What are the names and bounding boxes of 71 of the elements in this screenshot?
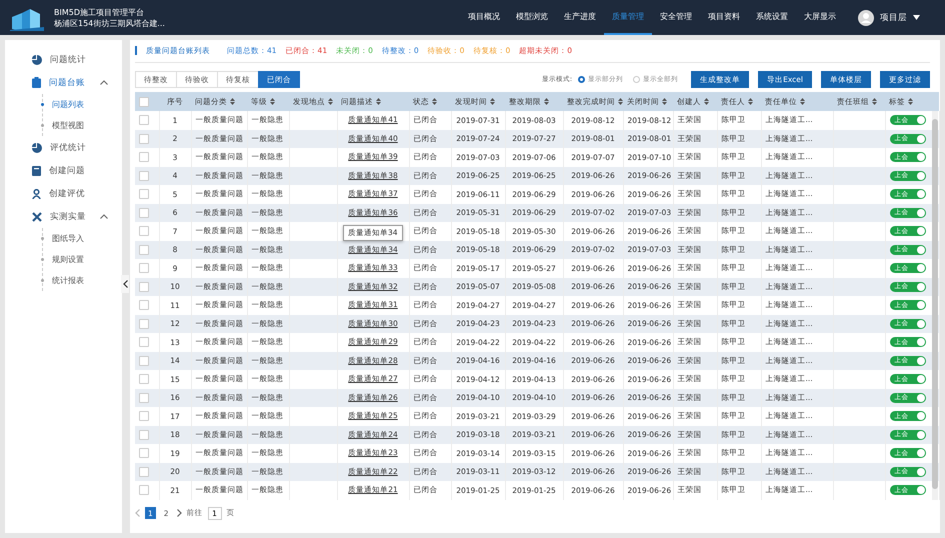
pie-chart-icon [32, 54, 42, 64]
caret-icon[interactable] [913, 15, 920, 20]
nav-tab[interactable]: 模型浏览 [508, 0, 556, 35]
sort-icon[interactable] [490, 98, 495, 105]
sidebar-item[interactable]: 问题统计 [5, 48, 122, 71]
checkbox[interactable] [139, 485, 149, 496]
checkbox[interactable] [139, 189, 149, 200]
chevron-up-icon [100, 214, 108, 219]
sort-icon[interactable] [662, 98, 667, 105]
book-icon [32, 166, 41, 176]
checkbox[interactable] [139, 170, 149, 181]
chevron-up-icon [100, 80, 108, 85]
sidebar-subitem[interactable]: 图纸导入 [41, 228, 122, 249]
sidebar-subitem[interactable]: 问题列表 [41, 94, 122, 115]
nav-tab[interactable]: 安全管理 [652, 0, 700, 35]
sidebar-subitem[interactable]: 规则设置 [41, 249, 122, 270]
sort-icon[interactable] [432, 98, 437, 105]
checkbox[interactable] [139, 318, 149, 329]
sort-icon[interactable] [748, 98, 753, 105]
project-name: 杨浦区154街坊三期风塔合建... [54, 18, 165, 28]
sort-icon[interactable] [908, 98, 913, 105]
clipboard-icon [32, 77, 41, 88]
sidebar-item[interactable]: 评优统计 [5, 136, 122, 159]
nav-tab[interactable]: 系统设置 [748, 0, 796, 35]
nav-tab[interactable]: 生产进度 [556, 0, 604, 35]
checkbox[interactable] [139, 374, 149, 384]
checkbox[interactable] [139, 300, 149, 310]
app-title: BIM5D施工项目管理平台 [54, 6, 145, 18]
crossed-tools-icon [32, 212, 42, 222]
sort-icon[interactable] [230, 98, 235, 105]
checkbox[interactable] [139, 466, 149, 477]
sidebar-subitem[interactable]: 统计报表 [41, 270, 122, 291]
checkbox[interactable] [139, 356, 149, 366]
checkbox[interactable] [139, 337, 149, 348]
sort-icon[interactable] [800, 98, 805, 105]
checkbox[interactable] [139, 152, 149, 162]
sidebar-item[interactable]: 实测实量 [5, 205, 122, 228]
sort-icon[interactable] [270, 98, 275, 105]
collapse-handle[interactable] [121, 275, 129, 293]
sort-icon[interactable] [872, 98, 877, 105]
user-name[interactable]: 项目层 [880, 12, 907, 24]
checkbox[interactable] [139, 226, 149, 236]
checkbox[interactable] [139, 208, 149, 218]
checkbox[interactable] [139, 392, 149, 403]
sidebar-item[interactable]: 创建问题 [5, 159, 122, 182]
checkbox[interactable] [139, 448, 149, 458]
next-page-icon[interactable] [176, 509, 182, 517]
checkbox[interactable] [139, 244, 149, 255]
sort-icon[interactable] [544, 98, 549, 105]
sidebar-item[interactable]: 问题台账 [5, 71, 122, 94]
nav-tab[interactable]: 项目资料 [700, 0, 748, 35]
checkbox[interactable] [139, 282, 149, 292]
checkbox[interactable] [139, 263, 149, 274]
pie-chart-icon [32, 142, 42, 152]
sidebar-item[interactable]: 创建评优 [5, 182, 122, 205]
checkbox[interactable] [139, 115, 149, 126]
checkbox[interactable] [139, 411, 149, 422]
checkbox[interactable] [139, 134, 149, 144]
previous-page-icon[interactable] [135, 509, 140, 517]
nav-tab[interactable]: 大屏显示 [796, 0, 844, 35]
person-icon [32, 188, 41, 198]
sidebar-subitem[interactable]: 模型视图 [41, 115, 122, 136]
sort-icon[interactable] [704, 98, 709, 105]
sort-icon[interactable] [376, 98, 381, 105]
nav-tab[interactable]: 质量管理 [604, 0, 652, 35]
checkbox[interactable] [139, 96, 149, 106]
checkbox[interactable] [139, 430, 149, 440]
scrollbar[interactable] [932, 111, 938, 500]
sort-icon[interactable] [328, 98, 333, 105]
avatar-icon[interactable] [858, 10, 874, 26]
nav-tab[interactable]: 项目概况 [460, 0, 508, 35]
